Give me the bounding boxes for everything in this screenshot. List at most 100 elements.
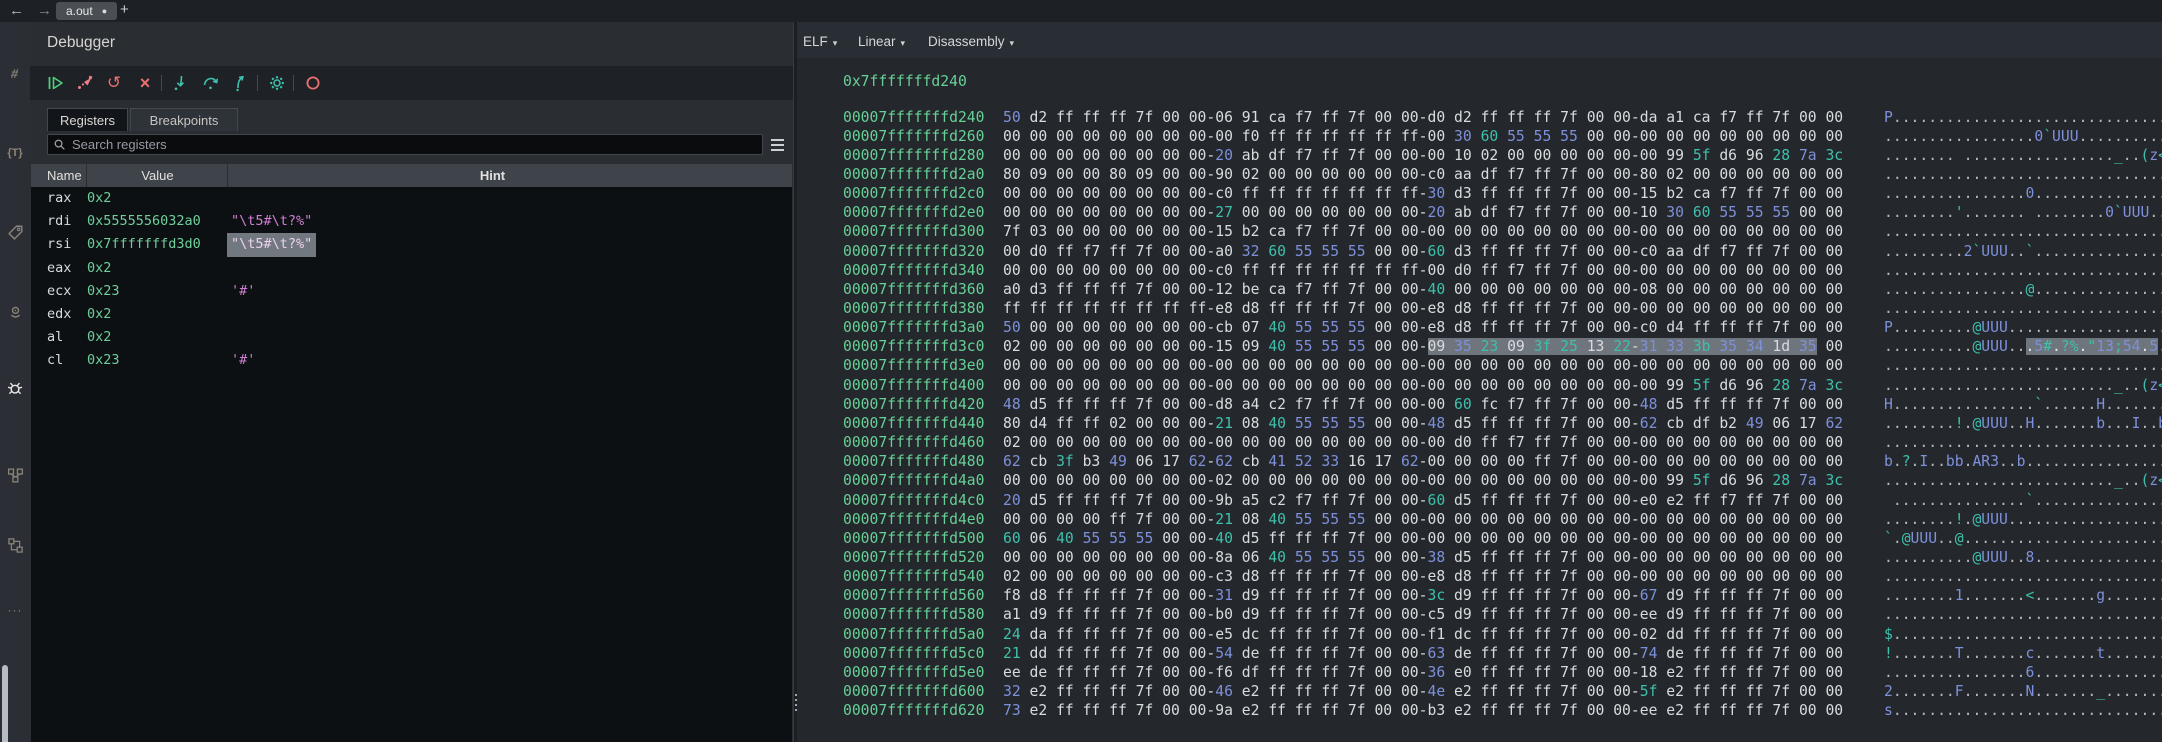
hex-ascii: ................................: [1884, 261, 2162, 280]
sidebar-scrollbar[interactable]: [2, 665, 8, 742]
hex-row[interactable]: 00007fffffffd2e000 00 00 00 00 00 00 00-…: [797, 203, 2162, 222]
hex-row[interactable]: 00007fffffffd580a1 d9 ff ff ff 7f 00 00-…: [797, 605, 2162, 624]
hex-row[interactable]: 00007fffffffd380ff ff ff ff ff ff ff ff-…: [797, 299, 2162, 318]
register-value: 0x2: [87, 187, 111, 210]
hex-address: 00007fffffffd360: [843, 280, 984, 299]
hex-row[interactable]: 00007fffffffd2c000 00 00 00 00 00 00 00-…: [797, 184, 2162, 203]
debug-settings-button[interactable]: [267, 73, 287, 93]
hex-address: 00007fffffffd300: [843, 222, 984, 241]
register-name: rax: [47, 187, 71, 210]
register-search[interactable]: [47, 134, 763, 155]
register-hint: "\t5#\t?%": [227, 210, 316, 233]
register-name: edx: [47, 303, 71, 326]
new-tab-button[interactable]: +: [120, 0, 129, 22]
hex-row[interactable]: 00007fffffffd3e000 00 00 00 00 00 00 00-…: [797, 356, 2162, 375]
sidebar-item-flags[interactable]: [0, 219, 30, 245]
step-out-icon: [231, 73, 251, 93]
tab-breakpoints[interactable]: Breakpoints: [130, 108, 238, 131]
register-row[interactable]: rsi0x7fffffffd3d0"\t5#\t?%": [31, 233, 792, 256]
sidebar-item-more[interactable]: ···: [0, 597, 30, 623]
tab-registers[interactable]: Registers: [47, 108, 128, 131]
breakpoint-button[interactable]: [303, 73, 323, 93]
forward-icon[interactable]: →: [37, 0, 52, 22]
hex-row[interactable]: 00007fffffffd3c002 00 00 00 00 00 00 00-…: [797, 337, 2162, 356]
hex-row[interactable]: 00007fffffffd34000 00 00 00 00 00 00 00-…: [797, 261, 2162, 280]
hex-row[interactable]: 00007fffffffd60032 e2 ff ff ff 7f 00 00-…: [797, 682, 2162, 701]
register-options-button[interactable]: [766, 134, 788, 155]
hex-row[interactable]: 00007fffffffd3007f 03 00 00 00 00 00 00-…: [797, 222, 2162, 241]
hex-row[interactable]: 00007fffffffd42048 d5 ff ff ff 7f 00 00-…: [797, 395, 2162, 414]
hex-row[interactable]: 00007fffffffd5a024 da ff ff ff 7f 00 00-…: [797, 625, 2162, 644]
register-row[interactable]: rdi0x5555556032a0"\t5#\t?%": [31, 210, 792, 233]
register-row[interactable]: cl0x23'#': [31, 349, 792, 372]
menu-linear[interactable]: Linear▾: [858, 22, 905, 58]
sidebar-item-classes[interactable]: [0, 462, 30, 488]
sidebar-item-debugger[interactable]: [0, 375, 30, 401]
sidebar-item-locations[interactable]: [0, 299, 30, 325]
column-name[interactable]: Name: [47, 164, 82, 187]
register-row[interactable]: rax 0x2: [31, 187, 792, 210]
register-value: 0x7fffffffd3d0: [87, 233, 201, 256]
hierarchy-icon: [7, 467, 24, 484]
hex-row[interactable]: 00007fffffffd44080 d4 ff ff 02 00 00 00-…: [797, 414, 2162, 433]
register-row[interactable]: edx0x2: [31, 303, 792, 326]
menu-icon: [771, 139, 784, 141]
hex-bytes: 60 06 40 55 55 55 00 00-40 d5 ff ff ff 7…: [1003, 529, 1843, 548]
hex-row[interactable]: 00007fffffffd48062 cb 3f b3 49 06 17 62-…: [797, 452, 2162, 471]
hex-row[interactable]: 00007fffffffd5e0ee de ff ff ff 7f 00 00-…: [797, 663, 2162, 682]
hex-row[interactable]: 00007fffffffd5c021 dd ff ff ff 7f 00 00-…: [797, 644, 2162, 663]
hex-row[interactable]: 00007fffffffd2a080 09 00 00 80 09 00 00-…: [797, 165, 2162, 184]
menu-elf[interactable]: ELF▾: [803, 22, 837, 58]
hex-bytes: 20 d5 ff ff ff 7f 00 00-9b a5 c2 f7 ff 7…: [1003, 491, 1843, 510]
register-name: al: [47, 326, 63, 349]
hex-row[interactable]: 00007fffffffd54002 00 00 00 00 00 00 00-…: [797, 567, 2162, 586]
step-into-button[interactable]: [171, 73, 191, 93]
back-icon[interactable]: ←: [9, 0, 24, 22]
hex-ascii: ........!.@UUU..H.......b...I..b: [1884, 414, 2162, 433]
hex-address: 00007fffffffd460: [843, 433, 984, 452]
hex-row[interactable]: 00007fffffffd26000 00 00 00 00 00 00 00-…: [797, 127, 2162, 146]
hex-row[interactable]: 00007fffffffd4a000 00 00 00 00 00 00 00-…: [797, 471, 2162, 490]
hex-bytes: 00 00 00 00 00 00 00 00-8a 06 40 55 55 5…: [1003, 548, 1843, 567]
hex-row[interactable]: 00007fffffffd3a050 00 00 00 00 00 00 00-…: [797, 318, 2162, 337]
column-hint[interactable]: Hint: [230, 164, 755, 187]
register-name: ecx: [47, 280, 71, 303]
sidebar-item-graphs[interactable]: [0, 532, 30, 558]
hex-ascii: ........!.@UUU..................: [1884, 510, 2162, 529]
register-row[interactable]: al0x2: [31, 326, 792, 349]
hex-row[interactable]: 00007fffffffd4e0 00 00 00 00 ff 7f 00 00-…: [797, 510, 2162, 529]
menu-disassembly[interactable]: Disassembly▾: [928, 22, 1014, 58]
hex-address: 00007fffffffd340: [843, 261, 984, 280]
hex-row[interactable]: 00007fffffffd32000 d0 ff f7 ff 7f 00 00-…: [797, 242, 2162, 261]
hex-row[interactable]: 00007fffffffd52000 00 00 00 00 00 00 00-…: [797, 548, 2162, 567]
hex-row[interactable]: 00007fffffffd28000 00 00 00 00 00 00 00-…: [797, 146, 2162, 165]
hex-bytes: ff ff ff ff ff ff ff ff-e8 d8 ff ff ff 7…: [1003, 299, 1843, 318]
sidebar-item-types[interactable]: {T}: [0, 140, 30, 166]
hex-row[interactable]: 00007fffffffd62073 e2 ff ff ff 7f 00 00-…: [797, 701, 2162, 720]
hex-row[interactable]: 00007fffffffd360a0 d3 ff ff ff 7f 00 00-…: [797, 280, 2162, 299]
continue-button[interactable]: [46, 73, 66, 93]
step-out-button[interactable]: [231, 73, 251, 93]
hex-row[interactable]: 00007fffffffd50060 06 40 55 55 55 00 00-…: [797, 529, 2162, 548]
step-over-button[interactable]: [201, 73, 221, 93]
register-hint: "\t5#\t?%": [227, 233, 316, 256]
stop-button[interactable]: ×: [135, 73, 155, 93]
hex-address: 00007fffffffd480: [843, 452, 984, 471]
register-row[interactable]: eax0x2: [31, 257, 792, 280]
tab-a-out[interactable]: a.out ●: [56, 2, 117, 20]
register-row[interactable]: ecx0x23'#': [31, 280, 792, 303]
continue-until-pointer-button[interactable]: [75, 73, 95, 93]
hex-row[interactable]: 00007fffffffd40000 00 00 00 00 00 00 00-…: [797, 376, 2162, 395]
column-value[interactable]: Value: [87, 164, 228, 187]
hex-row[interactable]: 00007fffffffd560f8 d8 ff ff ff 7f 00 00-…: [797, 586, 2162, 605]
hex-row[interactable]: 00007fffffffd4c020 d5 ff ff ff 7f 00 00-…: [797, 491, 2162, 510]
restart-button[interactable]: ↺: [104, 73, 124, 93]
hex-row[interactable]: 00007fffffffd24050 d2 ff ff ff 7f 00 00-…: [797, 108, 2162, 127]
search-input[interactable]: [70, 136, 762, 153]
hex-row[interactable]: 00007fffffffd46002 00 00 00 00 00 00 00-…: [797, 433, 2162, 452]
hex-ascii: 2.......F.......N......._.......: [1884, 682, 2162, 701]
sidebar-item-functions[interactable]: #: [0, 60, 30, 86]
hex-ascii: ........ ................._..(z<: [1884, 146, 2162, 165]
hex-bytes: 00 00 00 00 ff 7f 00 00-21 08 40 55 55 5…: [1003, 510, 1843, 529]
hex-address: 00007fffffffd4e0: [843, 510, 984, 529]
